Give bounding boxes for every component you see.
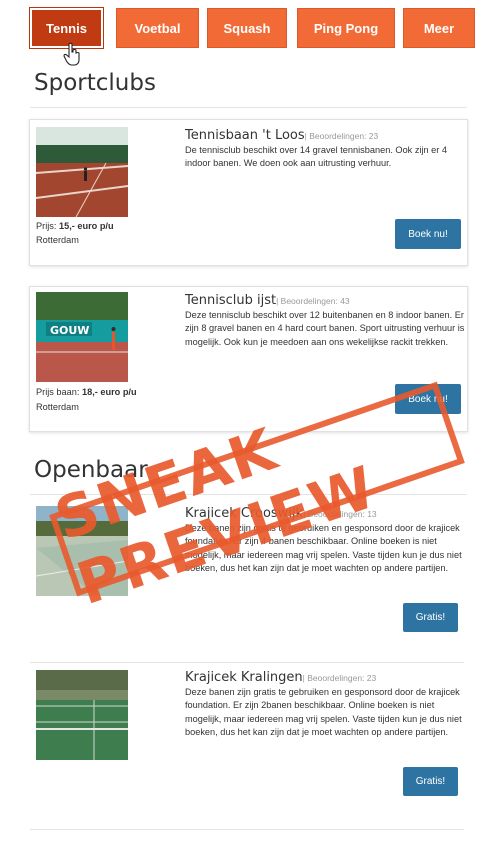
club-title[interactable]: Tennisbaan 't Loos| Beoordelingen: 23 [185,128,378,143]
club-description: De tennisclub beschikt over 14 gravel te… [185,145,447,169]
section-title-sportclubs: Sportclubs [34,70,156,96]
club-title[interactable]: Tennisclub ijst| Beoordelingen: 43 [185,293,350,308]
court-title[interactable]: Krajicek Kralingen| Beoordelingen: 23 [185,670,376,685]
divider [30,107,467,108]
club-description: Deze tennisclub beschikt over 12 buitenb… [185,310,465,347]
divider [30,829,464,830]
club-rating: | Beoordelingen: 23 [304,131,379,141]
tab-meer[interactable]: Meer [403,8,475,48]
club-rating: | Beoordelingen: 43 [276,296,350,306]
hand-cursor-icon [63,42,80,66]
club-name[interactable]: Tennisbaan 't Loos [185,128,305,143]
court-rating: | Beoordelingen: 23 [302,673,377,683]
court-photo [36,670,128,760]
club-photo [36,127,128,217]
tab-voetbal[interactable]: Voetbal [116,8,199,48]
tab-squash[interactable]: Squash [207,8,287,48]
sport-tabs: Tennis Voetbal Squash Ping Pong Meer [29,7,475,49]
free-button[interactable]: Gratis! [403,603,458,632]
club-city: Rotterdam [36,402,79,412]
club-city: Rotterdam [36,235,79,245]
club-price: Prijs baan: 18,- euro p/u [36,387,137,397]
divider [30,662,464,663]
court-name[interactable]: Krajicek Kralingen [185,670,303,685]
club-price: Prijs: 15,- euro p/u [36,221,114,231]
free-button[interactable]: Gratis! [403,767,458,796]
court-description: Deze banen zijn gratis te gebruiken en g… [185,687,462,738]
club-photo: GOUW [36,292,128,382]
book-now-button[interactable]: Boek nu! [395,219,461,249]
club-name[interactable]: Tennisclub ijst [185,293,276,308]
sign-text: GOUW [50,324,89,337]
tab-ping-pong[interactable]: Ping Pong [297,8,395,48]
